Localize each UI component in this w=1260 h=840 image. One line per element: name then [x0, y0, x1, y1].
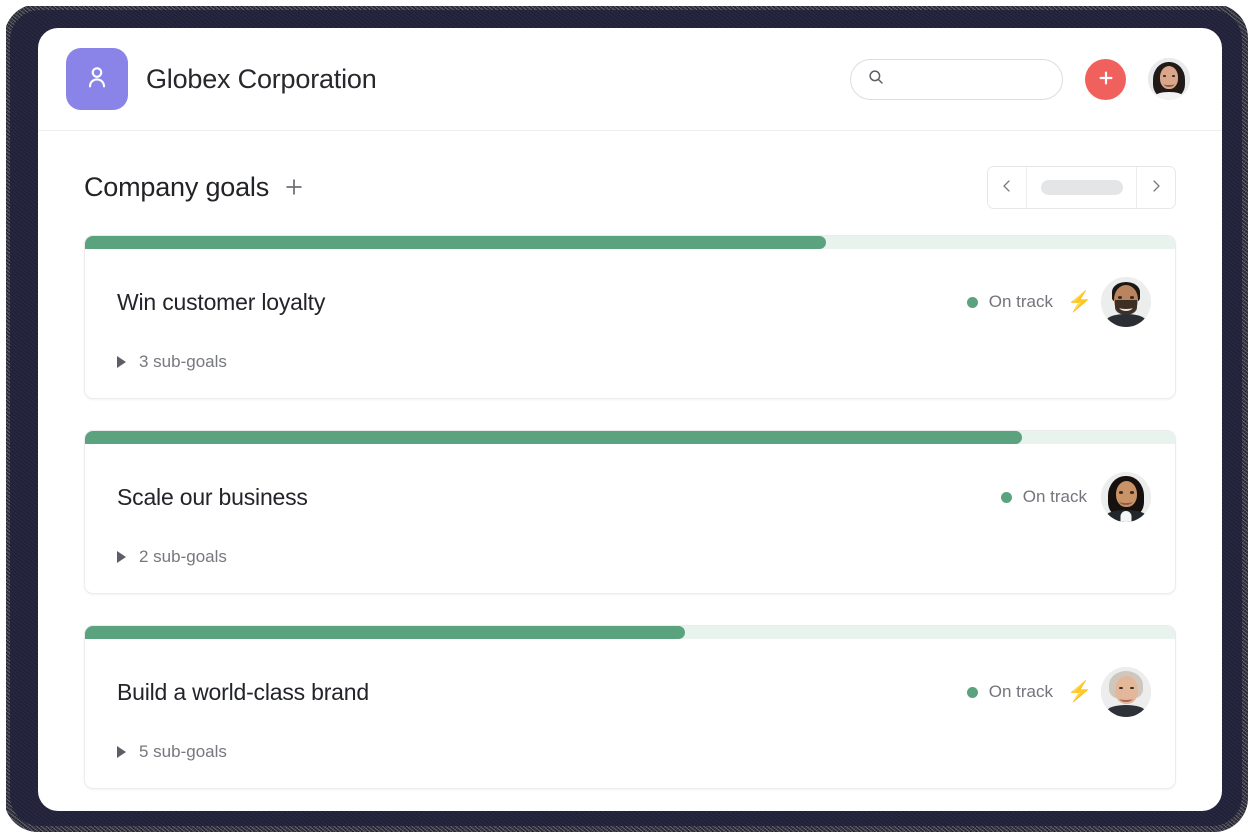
search-box[interactable] [850, 58, 1063, 100]
app-window: Globex Corporation Company goals Win cus… [38, 28, 1222, 811]
section-header: Company goals [84, 131, 1176, 235]
goal-meta: On track ⚡ [966, 667, 1151, 717]
progress-fill [85, 236, 827, 249]
app-body: Company goals Win customer loyalty On tr… [38, 131, 1222, 789]
pagination-prev-button[interactable] [988, 166, 1027, 208]
goal-card-header: Win customer loyalty On track ⚡ [117, 275, 1151, 329]
progress-track [85, 236, 1175, 249]
goal-owner-avatar[interactable] [1101, 472, 1151, 522]
goal-owner-avatar[interactable] [1101, 667, 1151, 717]
goal-title: Build a world-class brand [117, 678, 369, 705]
progress-fill [85, 431, 1023, 444]
progress-track [85, 626, 1175, 639]
goal-card[interactable]: Win customer loyalty On track ⚡ 3 sub-go… [84, 235, 1176, 399]
app-header: Globex Corporation [38, 28, 1222, 131]
status-badge[interactable]: On track [966, 292, 1053, 312]
triangle-right-icon [117, 746, 126, 758]
lightning-bolt-icon: ⚡ [1067, 681, 1092, 703]
avatar-image [1148, 58, 1190, 100]
add-button[interactable] [1085, 58, 1126, 100]
screenshot-stage: Globex Corporation Company goals Win cus… [0, 0, 1260, 840]
goal-card-body: Scale our business On track 2 sub-goals [85, 444, 1175, 593]
status-badge[interactable]: On track [966, 682, 1053, 702]
goal-card[interactable]: Build a world-class brand On track ⚡ 5 s… [84, 625, 1176, 789]
triangle-right-icon [117, 356, 126, 368]
pagination-next-button[interactable] [1136, 166, 1175, 208]
header-actions [850, 58, 1190, 100]
goal-meta: On track [1000, 472, 1151, 522]
page-title: Company goals [84, 171, 270, 202]
status-dot [966, 296, 978, 308]
goal-owner-avatar[interactable] [1101, 277, 1151, 327]
goal-meta: On track ⚡ [966, 277, 1151, 327]
goal-card-body: Win customer loyalty On track ⚡ 3 sub-go… [85, 249, 1175, 398]
triangle-right-icon [117, 551, 126, 563]
search-icon [867, 68, 885, 91]
subgoals-toggle[interactable]: 5 sub-goals [117, 742, 227, 762]
avatar-image [1101, 277, 1151, 327]
pagination-control [987, 165, 1176, 209]
status-dot [1000, 491, 1012, 503]
goal-title: Win customer loyalty [117, 288, 326, 315]
goal-card-header: Scale our business On track [117, 470, 1151, 524]
subgoals-label: 2 sub-goals [139, 547, 227, 566]
avatar-image [1101, 472, 1151, 522]
subgoals-toggle[interactable]: 3 sub-goals [117, 352, 227, 372]
pagination-label[interactable] [1027, 166, 1136, 208]
status-badge[interactable]: On track [1000, 487, 1087, 507]
chevron-left-icon [999, 178, 1015, 197]
user-avatar[interactable] [1148, 58, 1190, 100]
status-dot [966, 686, 978, 698]
progress-track [85, 431, 1175, 444]
frame-mask-left [0, 0, 6, 840]
pagination-skeleton [1040, 179, 1123, 195]
add-goal-button[interactable] [283, 176, 305, 198]
avatar-image [1101, 667, 1151, 717]
chevron-right-icon [1148, 178, 1164, 197]
workspace-logo[interactable] [66, 48, 128, 110]
person-badge-icon [82, 62, 112, 97]
frame-mask-right [1252, 0, 1260, 840]
goal-card-body: Build a world-class brand On track ⚡ 5 s… [85, 639, 1175, 788]
goal-card[interactable]: Scale our business On track 2 sub-goals [84, 430, 1176, 594]
status-label: On track [1022, 487, 1087, 506]
subgoals-toggle[interactable]: 2 sub-goals [117, 547, 227, 567]
search-input[interactable] [893, 71, 1043, 87]
goal-card-header: Build a world-class brand On track ⚡ [117, 665, 1151, 719]
progress-fill [85, 626, 685, 639]
lightning-bolt-icon: ⚡ [1067, 291, 1092, 313]
workspace-title: Globex Corporation [146, 63, 377, 94]
subgoals-label: 5 sub-goals [139, 742, 227, 761]
frame-mask-bottom [0, 834, 1260, 840]
goal-title: Scale our business [117, 483, 308, 510]
plus-icon [1096, 68, 1116, 91]
status-label: On track [988, 292, 1053, 311]
plus-icon [283, 176, 305, 198]
brand[interactable]: Globex Corporation [66, 48, 377, 110]
status-label: On track [988, 682, 1053, 701]
subgoals-label: 3 sub-goals [139, 352, 227, 371]
frame-mask-top [0, 0, 1260, 6]
